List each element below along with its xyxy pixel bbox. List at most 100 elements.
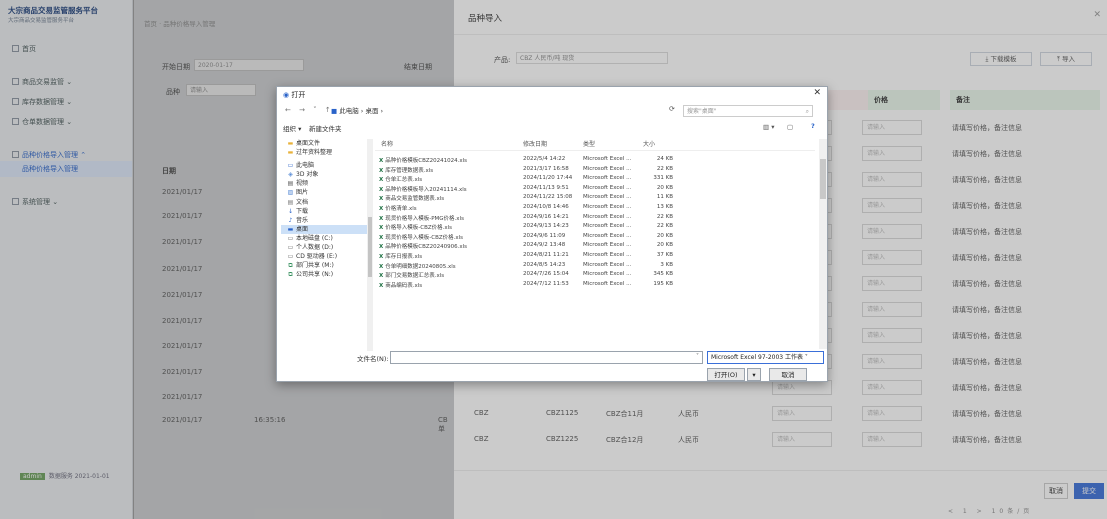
logo-title: 大宗商品交易监管服务平台 bbox=[8, 6, 98, 15]
address-bar[interactable]: ■ 此电脑 › 桌面 › bbox=[331, 105, 666, 117]
preview-pane-icon[interactable]: ▢ bbox=[787, 123, 793, 131]
row-input[interactable]: 请输入 bbox=[772, 406, 832, 421]
nav-item-label: 公司共享 (N:) bbox=[296, 271, 334, 279]
file-size: 20 KB bbox=[656, 232, 673, 239]
file-row[interactable]: X 价格导入模板-CBZ价格.xls 2024/9/13 14:23 Microsof… bbox=[379, 222, 819, 232]
refresh-icon[interactable]: ⟳ bbox=[669, 105, 675, 113]
nav-item-label: 图片 bbox=[296, 189, 309, 197]
price-input[interactable]: 请输入 bbox=[862, 198, 922, 213]
scrollbar-thumb[interactable] bbox=[368, 217, 372, 277]
remark-text: 请填写价格，备注信息 bbox=[952, 150, 1022, 158]
price-input[interactable]: 请输入 bbox=[862, 120, 922, 135]
nav-arrows-icon[interactable]: ← → ˅ ↑ bbox=[285, 106, 334, 114]
price-input[interactable]: 请输入 bbox=[862, 302, 922, 317]
file-row[interactable]: X 仓单汇总表.xls 2024/11/20 17:44 Microsoft Exce… bbox=[379, 174, 819, 184]
cancel-button[interactable]: 取消 bbox=[1044, 483, 1068, 499]
price-input[interactable]: 请输入 bbox=[862, 250, 922, 265]
nav-item[interactable]: ⧉ 公司共享 (N:) bbox=[281, 270, 367, 279]
scrollbar-thumb[interactable] bbox=[820, 159, 826, 199]
button-label: 导入 bbox=[1061, 55, 1075, 63]
remark-text: 请填写价格，备注信息 bbox=[952, 306, 1022, 314]
open-button[interactable]: 打开(O) bbox=[707, 368, 745, 381]
start-date-input[interactable]: 2020-01-17 bbox=[194, 59, 304, 71]
file-row[interactable]: X 价格清单.xls 2024/10/8 14:46 Microsoft Excel … bbox=[379, 203, 819, 213]
sidebar-item-system[interactable]: 系统管理 ⌄ bbox=[0, 194, 132, 210]
price-input[interactable]: 请输入 bbox=[862, 354, 922, 369]
file-row[interactable]: X 库存日报表.xls 2024/8/21 11:21 Microsoft Excel… bbox=[379, 251, 819, 261]
file-row[interactable]: X 品种价格模板CBZ20241024.xls 2022/5/4 14:22 Micr… bbox=[379, 155, 819, 165]
file-row[interactable]: X 现货价格导入模板-PMG价格.xls 2024/9/16 14:21 Micros… bbox=[379, 213, 819, 223]
file-row[interactable]: X 商品编码表.xls 2024/7/12 11:53 Microsoft Excel… bbox=[379, 280, 819, 290]
download-template-button[interactable]: ⤓ 下载模板 bbox=[970, 52, 1032, 66]
file-row[interactable]: X 品种价格模板CBZ20240906.xls 2024/9/2 13:48 Micr… bbox=[379, 241, 819, 251]
sidebar-subitem-price-import[interactable]: 品种价格导入管理 bbox=[0, 161, 132, 177]
nav-item[interactable]: ▨ 图片 bbox=[281, 188, 367, 197]
sidebar-item-trade[interactable]: 商品交易监管 ⌄ bbox=[0, 74, 132, 90]
column-date[interactable]: 修改日期 bbox=[523, 139, 547, 149]
nav-item[interactable]: ▤ 视频 bbox=[281, 179, 367, 188]
file-row[interactable]: X 库存管理数据表.xls 2021/3/17 16:58 Microsoft Exc… bbox=[379, 165, 819, 175]
new-folder-button[interactable]: 新建文件夹 bbox=[309, 123, 342, 133]
file-name-text: 价格导入模板-CBZ价格.xls bbox=[385, 225, 453, 232]
column-type[interactable]: 类型 bbox=[583, 139, 595, 149]
sidebar-item-warehouse[interactable]: 仓单数据管理 ⌄ bbox=[0, 114, 132, 130]
nav-item[interactable]: ▤ 文档 bbox=[281, 198, 367, 207]
filename-input[interactable]: ˅ bbox=[390, 351, 703, 364]
import-button[interactable]: ⤒ 导入 bbox=[1040, 52, 1092, 66]
nav-item[interactable]: ▬ 桌面 bbox=[281, 224, 367, 234]
file-row[interactable]: X 品种价格模板导入20241114.xls 2024/11/13 9:51 Micr… bbox=[379, 184, 819, 194]
chevron-down-icon[interactable]: ˅ bbox=[696, 353, 699, 360]
nav-item[interactable]: ◈ 3D 对象 bbox=[281, 170, 367, 179]
nav-item[interactable]: ▭ 本地磁盘 (C:) bbox=[281, 234, 367, 243]
product-select[interactable]: CBZ 人民币/吨 现货 bbox=[516, 52, 668, 64]
price-input[interactable]: 请输入 bbox=[862, 406, 922, 421]
nav-item[interactable]: ▬ 桌面文件 bbox=[281, 139, 367, 148]
price-input[interactable]: 请输入 bbox=[862, 146, 922, 161]
file-size: 20 KB bbox=[656, 184, 673, 191]
sidebar-item-home[interactable]: 首页 bbox=[0, 41, 132, 57]
cell-code: CBZ bbox=[474, 409, 489, 417]
nav-item-label: 文档 bbox=[296, 198, 309, 206]
product-filter-input[interactable]: 请输入 bbox=[186, 84, 256, 96]
row-input[interactable]: 请输入 bbox=[772, 380, 832, 395]
price-input[interactable]: 请输入 bbox=[862, 172, 922, 187]
nav-item[interactable]: ⧉ 部门共享 (M:) bbox=[281, 261, 367, 270]
pagination[interactable]: < 1 > 10条/页 bbox=[948, 506, 1033, 515]
file-name: X 仓单汇总表.xls bbox=[379, 175, 517, 183]
nav-item[interactable]: ▬ 过年资料整理 bbox=[281, 148, 367, 157]
nav-item[interactable]: ▭ CD 驱动器 (E:) bbox=[281, 252, 367, 261]
dialog-cancel-button[interactable]: 取消 bbox=[769, 368, 807, 381]
filetype-select[interactable]: Microsoft Excel 97-2003 工作表 ˅ bbox=[707, 351, 824, 364]
nav-item[interactable]: ▭ 此电脑 bbox=[281, 161, 367, 170]
close-icon[interactable]: ✕ bbox=[813, 88, 821, 98]
remark-text: 请填写价格，备注信息 bbox=[952, 332, 1022, 340]
column-size[interactable]: 大小 bbox=[643, 139, 655, 149]
sidebar-item-inventory[interactable]: 库存数据管理 ⌄ bbox=[0, 94, 132, 110]
price-input[interactable]: 请输入 bbox=[862, 224, 922, 239]
header-divider bbox=[375, 150, 815, 151]
close-icon[interactable]: ✕ bbox=[1093, 10, 1101, 20]
nav-item[interactable]: ▭ 个人数据 (D:) bbox=[281, 243, 367, 252]
file-row[interactable]: X 商品交易监管数据表.xls 2024/11/22 15:08 Microsoft … bbox=[379, 193, 819, 203]
remark-text: 请填写价格，备注信息 bbox=[952, 124, 1022, 132]
price-input[interactable]: 请输入 bbox=[862, 432, 922, 447]
column-name[interactable]: 名称 bbox=[381, 139, 393, 149]
price-input[interactable]: 请输入 bbox=[862, 380, 922, 395]
file-row[interactable]: X 现货价格导入模板-CBZ价格.xls 2024/9/6 11:09 Microso… bbox=[379, 232, 819, 242]
file-row[interactable]: X 部门交易数据汇总表.xls 2024/7/26 15:04 Microsoft E… bbox=[379, 270, 819, 280]
nav-item[interactable]: ↓ 下载 bbox=[281, 207, 367, 216]
file-list-scrollbar[interactable] bbox=[819, 139, 827, 349]
file-row[interactable]: X 仓单明细数据20240805.xls 2024/8/5 14:23 Microso… bbox=[379, 261, 819, 271]
organize-menu[interactable]: 组织 ▾ bbox=[283, 123, 301, 133]
nav-item[interactable]: ♪ 音乐 bbox=[281, 216, 367, 225]
folder-icon: ▬ bbox=[287, 140, 294, 147]
open-dropdown-button[interactable]: ▾ bbox=[747, 368, 761, 381]
nav-scrollbar[interactable] bbox=[367, 139, 373, 351]
submit-button[interactable]: 提交 bbox=[1074, 483, 1104, 499]
row-input[interactable]: 请输入 bbox=[772, 432, 832, 447]
search-input[interactable]: 搜索"桌面" ⌕ bbox=[683, 105, 813, 117]
price-input[interactable]: 请输入 bbox=[862, 328, 922, 343]
price-input[interactable]: 请输入 bbox=[862, 276, 922, 291]
help-icon[interactable]: ? bbox=[811, 122, 815, 130]
view-options-icon[interactable]: ▥ ▾ bbox=[763, 123, 774, 131]
